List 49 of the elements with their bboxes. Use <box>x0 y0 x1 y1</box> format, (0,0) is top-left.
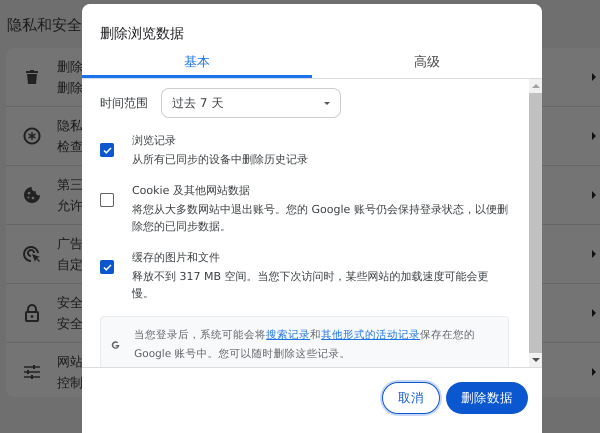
cookie-icon <box>24 187 40 203</box>
arrow-icon[interactable] <box>592 368 596 376</box>
setting-subtitle: 允许 <box>57 198 83 214</box>
tab[interactable]: 基本 <box>82 48 312 78</box>
checkbox[interactable] <box>100 260 114 274</box>
setting-subtitle: 检查 <box>57 138 83 156</box>
option-description: 从所有已同步的设备中删除历史记录 <box>132 152 308 168</box>
setting-subtitle: 控制 <box>57 374 83 392</box>
time-range-label: 时间范围 <box>100 94 148 112</box>
search-history-link[interactable]: 搜索记录 <box>266 329 310 341</box>
option-title: Cookie 及其他网站数据 <box>132 183 251 199</box>
lock-icon <box>24 304 38 322</box>
arrow-icon[interactable] <box>592 191 596 199</box>
trash-icon <box>26 70 38 84</box>
page-title: 隐私和安全 <box>6 15 83 32</box>
option-description: 将您从大多数网站中退出账号。您的 Google 账号仍会保持登录状态，以便删除您的已同步数据。 <box>132 202 509 235</box>
setting-subtitle: 安全 <box>57 316 83 332</box>
arrow-icon[interactable] <box>592 73 596 81</box>
setting-title: 第三 <box>57 176 83 194</box>
delete-data-button[interactable]: 删除数据 <box>446 382 528 414</box>
cancel-button[interactable]: 取消 <box>382 382 440 414</box>
arrow-icon[interactable] <box>592 309 596 317</box>
checkbox[interactable] <box>100 193 114 207</box>
setting-title: 隐私 <box>57 118 83 134</box>
arrow-icon[interactable] <box>592 250 596 258</box>
asterisk-circle-icon <box>22 127 40 145</box>
checkmark-icon <box>102 146 112 154</box>
setting-title: 网站 <box>57 354 83 370</box>
dialog-title: 删除浏览数据 <box>99 25 185 44</box>
option-title: 浏览记录 <box>132 133 177 149</box>
setting-subtitle: 自定 <box>57 256 83 274</box>
setting-subtitle: 删除 <box>57 80 83 96</box>
option-title: 缓存的图片和文件 <box>132 250 221 266</box>
caret-icon <box>324 102 330 104</box>
sliders-icon <box>24 365 40 379</box>
activity-link[interactable]: 其他形式的活动记录 <box>321 329 420 341</box>
option-description: 释放不到 317 MB 空间。当您下次访问时，某些网站的加载速度可能会更慢。 <box>132 269 490 302</box>
info-text: 当您登录后，系统可能会将搜索记录和其他形式的活动记录保存在您的 Google 账号中。您可以随时删除这些记录。 <box>134 328 476 362</box>
arrow-icon[interactable] <box>592 132 596 140</box>
tab[interactable]: 高级 <box>312 48 542 78</box>
setting-title: 安全 <box>57 294 83 312</box>
cursor-target-icon <box>22 245 40 263</box>
setting-title: 广告 <box>57 236 83 252</box>
scrollbar[interactable] <box>529 79 542 367</box>
time-range-dropdown[interactable]: 过去 7 天 <box>161 88 341 118</box>
setting-title: 删除 <box>57 58 83 76</box>
checkmark-icon <box>102 264 112 270</box>
google-g-icon <box>111 338 120 352</box>
checkbox[interactable] <box>100 143 114 157</box>
